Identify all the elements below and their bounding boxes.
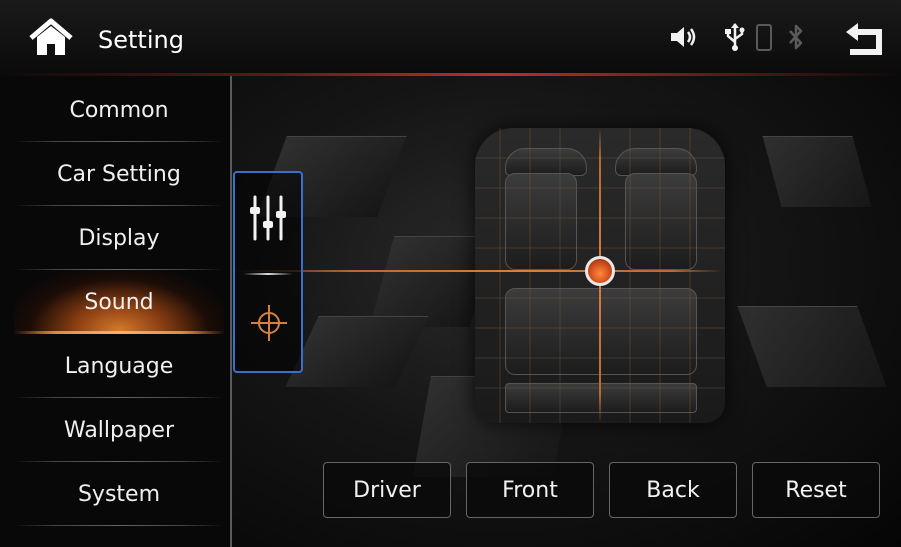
reset-button[interactable]: Reset — [752, 462, 880, 518]
sidebar-item-wallpaper[interactable]: Wallpaper — [14, 398, 224, 462]
balance-knob[interactable] — [585, 256, 615, 286]
sidebar-item-car-setting[interactable]: Car Setting — [14, 142, 224, 206]
driver-button[interactable]: Driver — [323, 462, 451, 518]
home-icon[interactable] — [28, 18, 74, 58]
top-bar: Setting — [0, 0, 901, 76]
back-arrow-icon[interactable] — [842, 20, 886, 58]
sidebar-item-label: Language — [64, 353, 174, 379]
balance-horizontal-line — [232, 270, 722, 272]
sidebar-item-common[interactable]: Common — [14, 78, 224, 142]
sidebar-item-sound[interactable]: Sound — [14, 270, 224, 334]
settings-screen: Setting Common Car Setting Display Sound… — [0, 0, 901, 547]
usb-icon — [724, 22, 746, 52]
reset-button-label: Reset — [785, 477, 847, 503]
menu-separator — [14, 525, 224, 526]
sidebar-item-label: Display — [78, 225, 160, 251]
sidebar-item-label: Wallpaper — [63, 417, 175, 443]
back-button-label: Back — [646, 477, 700, 503]
equalizer-icon[interactable] — [247, 193, 289, 243]
phone-icon — [755, 22, 773, 52]
background-cube — [737, 306, 887, 387]
mode-divider — [243, 273, 293, 275]
sound-mode-selector — [233, 171, 303, 373]
background-cube — [285, 316, 429, 387]
background-cube — [762, 136, 872, 207]
crosshair-icon[interactable] — [249, 303, 289, 343]
page-title: Setting — [98, 26, 184, 54]
sidebar-item-display[interactable]: Display — [14, 206, 224, 270]
volume-icon — [668, 22, 700, 52]
sidebar-item-label: Common — [69, 97, 169, 123]
front-button-label: Front — [502, 477, 558, 503]
front-button[interactable]: Front — [466, 462, 594, 518]
sidebar-item-label: System — [77, 481, 161, 507]
back-button[interactable]: Back — [609, 462, 737, 518]
sidebar-item-language[interactable]: Language — [14, 334, 224, 398]
sidebar-item-system[interactable]: System — [14, 462, 224, 526]
driver-button-label: Driver — [353, 477, 421, 503]
sidebar-item-label: Sound — [84, 289, 154, 315]
bluetooth-icon — [786, 22, 806, 52]
sidebar-item-label: Car Setting — [57, 161, 181, 187]
